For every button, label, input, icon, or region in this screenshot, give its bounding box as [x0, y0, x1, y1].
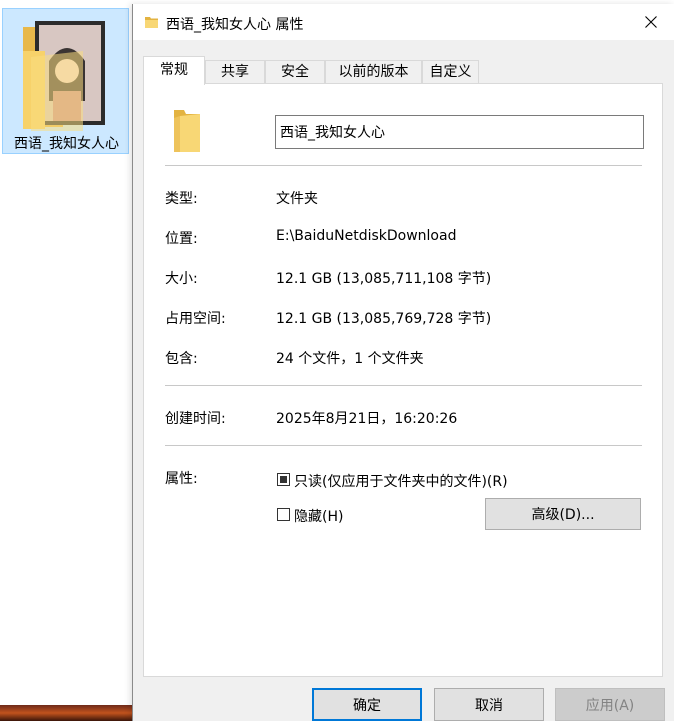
hidden-checkbox[interactable]	[277, 508, 290, 521]
readonly-checkbox[interactable]	[277, 473, 290, 486]
window-title: 西语_我知女人心 属性	[166, 17, 304, 33]
folder-icon	[145, 17, 158, 28]
size-on-disk-value: 12.1 GB (13,085,769,728 字节)	[276, 311, 492, 327]
folder-large-icon	[174, 110, 200, 152]
readonly-label[interactable]: 只读(仅应用于文件夹中的文件)(R)	[294, 471, 508, 491]
tab-general[interactable]: 常规	[143, 56, 205, 85]
attributes-label: 属性:	[165, 471, 198, 487]
tab-sharing[interactable]: 共享	[205, 60, 265, 84]
folder-name-input[interactable]	[275, 115, 644, 149]
type-value: 文件夹	[276, 191, 318, 207]
close-icon	[645, 16, 657, 28]
general-tab-panel: 类型: 文件夹 位置: E:\BaiduNetdiskDownload 大小: …	[143, 83, 663, 677]
location-value: E:\BaiduNetdiskDownload	[276, 228, 457, 244]
created-label: 创建时间:	[165, 411, 226, 427]
contains-label: 包含:	[165, 351, 198, 367]
title-bar[interactable]: 西语_我知女人心 属性	[133, 4, 674, 40]
separator	[165, 385, 642, 386]
ok-button[interactable]: 确定	[312, 688, 422, 721]
folder-thumbnail-icon	[23, 21, 105, 131]
type-label: 类型:	[165, 191, 198, 207]
size-on-disk-label: 占用空间:	[165, 311, 226, 327]
apply-button[interactable]: 应用(A)	[555, 688, 665, 721]
desktop-folder-label: 西语_我知女人心	[14, 136, 119, 152]
contains-value: 24 个文件，1 个文件夹	[276, 351, 424, 367]
tab-customize[interactable]: 自定义	[422, 60, 479, 84]
desktop: 西语_我知女人心	[0, 0, 133, 721]
cancel-button[interactable]: 取消	[434, 688, 544, 721]
advanced-button[interactable]: 高级(D)...	[485, 498, 641, 530]
hidden-label[interactable]: 隐藏(H)	[294, 506, 343, 526]
indeterminate-mark	[280, 476, 287, 483]
size-label: 大小:	[165, 271, 198, 287]
desktop-wallpaper-strip	[0, 705, 133, 721]
properties-dialog: 西语_我知女人心 属性 常规 共享 安全 以前的版本 自定义 类型: 文件夹 位…	[132, 4, 674, 721]
separator	[165, 165, 642, 166]
close-button[interactable]	[628, 4, 674, 40]
tab-previous-versions[interactable]: 以前的版本	[325, 60, 422, 84]
desktop-folder-item[interactable]: 西语_我知女人心	[2, 8, 129, 154]
location-label: 位置:	[165, 231, 198, 247]
tab-security[interactable]: 安全	[265, 60, 325, 84]
size-value: 12.1 GB (13,085,711,108 字节)	[276, 271, 492, 287]
separator	[165, 445, 642, 446]
created-value: 2025年8月21日，16:20:26	[276, 411, 458, 427]
